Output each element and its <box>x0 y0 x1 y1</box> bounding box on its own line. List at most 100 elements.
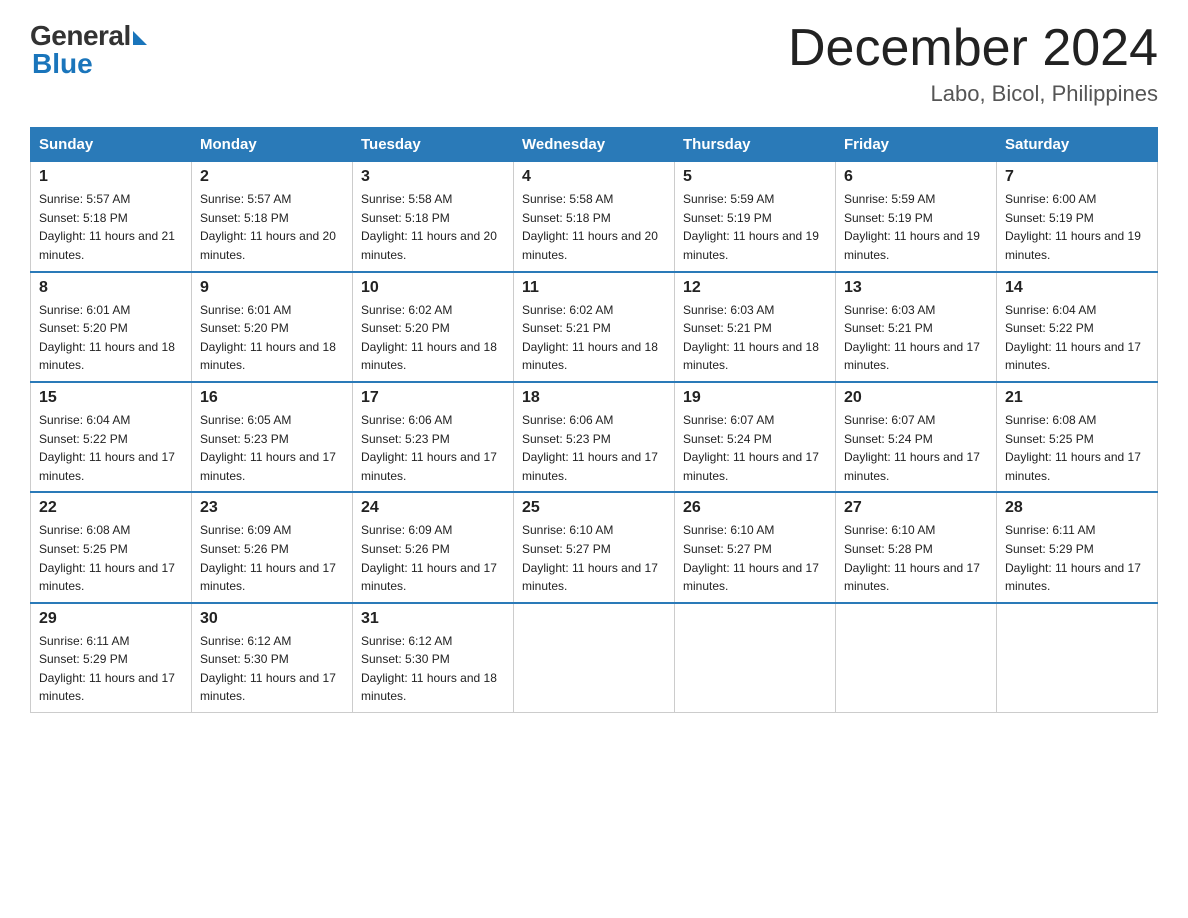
calendar-cell <box>997 603 1158 713</box>
month-title: December 2024 <box>788 20 1158 77</box>
calendar-cell <box>836 603 997 713</box>
calendar-table: SundayMondayTuesdayWednesdayThursdayFrid… <box>30 127 1158 713</box>
day-number: 24 <box>361 499 505 517</box>
calendar-cell: 7Sunrise: 6:00 AMSunset: 5:19 PMDaylight… <box>997 162 1158 272</box>
day-info: Sunrise: 6:04 AMSunset: 5:22 PMDaylight:… <box>39 411 183 485</box>
calendar-header-row: SundayMondayTuesdayWednesdayThursdayFrid… <box>31 128 1158 162</box>
calendar-cell: 6 Sunrise: 5:59 AMSunset: 5:19 PMDaylight… <box>836 162 997 272</box>
logo-arrow-icon <box>133 31 147 45</box>
calendar-cell: 16 Sunrise: 6:05 AMSunset: 5:23 PMDayligh… <box>192 382 353 492</box>
day-info: Sunrise: 5:58 AMSunset: 5:18 PMDaylight:… <box>522 190 666 264</box>
calendar-cell <box>675 603 836 713</box>
calendar-cell: 17 Sunrise: 6:06 AMSunset: 5:23 PMDayligh… <box>353 382 514 492</box>
calendar-cell: 5 Sunrise: 5:59 AMSunset: 5:19 PMDaylight… <box>675 162 836 272</box>
day-number: 23 <box>200 499 344 517</box>
day-info: Sunrise: 6:02 AMSunset: 5:21 PMDaylight:… <box>522 301 666 375</box>
day-number: 29 <box>39 610 183 628</box>
calendar-cell: 10 Sunrise: 6:02 AMSunset: 5:20 PMDayligh… <box>353 272 514 382</box>
day-info: Sunrise: 6:07 AMSunset: 5:24 PMDaylight:… <box>844 411 988 485</box>
day-info: Sunrise: 6:07 AMSunset: 5:24 PMDaylight:… <box>683 411 827 485</box>
day-info: Sunrise: 6:08 AMSunset: 5:25 PMDaylight:… <box>1005 411 1149 485</box>
calendar-cell: 30 Sunrise: 6:12 AMSunset: 5:30 PMDayligh… <box>192 603 353 713</box>
day-number: 27 <box>844 499 988 517</box>
day-info: Sunrise: 5:57 AMSunset: 5:18 PMDaylight:… <box>200 190 344 264</box>
day-info: Sunrise: 6:03 AMSunset: 5:21 PMDaylight:… <box>844 301 988 375</box>
calendar-cell: 14 Sunrise: 6:04 AMSunset: 5:22 PMDayligh… <box>997 272 1158 382</box>
day-info: Sunrise: 6:02 AMSunset: 5:20 PMDaylight:… <box>361 301 505 375</box>
calendar-cell: 18 Sunrise: 6:06 AMSunset: 5:23 PMDayligh… <box>514 382 675 492</box>
col-header-friday: Friday <box>836 128 997 162</box>
day-number: 20 <box>844 389 988 407</box>
day-number: 31 <box>361 610 505 628</box>
calendar-cell: 13 Sunrise: 6:03 AMSunset: 5:21 PMDayligh… <box>836 272 997 382</box>
col-header-tuesday: Tuesday <box>353 128 514 162</box>
day-number: 2 <box>200 168 344 186</box>
col-header-saturday: Saturday <box>997 128 1158 162</box>
day-number: 14 <box>1005 279 1149 297</box>
day-info: Sunrise: 5:57 AMSunset: 5:18 PMDaylight:… <box>39 190 183 264</box>
day-number: 19 <box>683 389 827 407</box>
day-info: Sunrise: 6:04 AMSunset: 5:22 PMDaylight:… <box>1005 301 1149 375</box>
day-info: Sunrise: 6:09 AMSunset: 5:26 PMDaylight:… <box>200 521 344 595</box>
calendar-cell: 24 Sunrise: 6:09 AMSunset: 5:26 PMDayligh… <box>353 492 514 602</box>
calendar-cell: 20 Sunrise: 6:07 AMSunset: 5:24 PMDayligh… <box>836 382 997 492</box>
day-number: 6 <box>844 168 988 186</box>
col-header-monday: Monday <box>192 128 353 162</box>
day-number: 3 <box>361 168 505 186</box>
calendar-cell: 2 Sunrise: 5:57 AMSunset: 5:18 PMDaylight… <box>192 162 353 272</box>
calendar-cell: 19 Sunrise: 6:07 AMSunset: 5:24 PMDayligh… <box>675 382 836 492</box>
day-info: Sunrise: 6:10 AMSunset: 5:27 PMDaylight:… <box>683 521 827 595</box>
page-header: General Blue December 2024 Labo, Bicol, … <box>30 20 1158 107</box>
col-header-sunday: Sunday <box>31 128 192 162</box>
day-number: 13 <box>844 279 988 297</box>
calendar-cell: 26 Sunrise: 6:10 AMSunset: 5:27 PMDayligh… <box>675 492 836 602</box>
day-number: 17 <box>361 389 505 407</box>
day-number: 16 <box>200 389 344 407</box>
calendar-cell: 4 Sunrise: 5:58 AMSunset: 5:18 PMDaylight… <box>514 162 675 272</box>
calendar-cell: 11 Sunrise: 6:02 AMSunset: 5:21 PMDayligh… <box>514 272 675 382</box>
day-number: 18 <box>522 389 666 407</box>
calendar-week-row: 1 Sunrise: 5:57 AMSunset: 5:18 PMDaylight… <box>31 162 1158 272</box>
day-number: 26 <box>683 499 827 517</box>
day-info: Sunrise: 6:03 AMSunset: 5:21 PMDaylight:… <box>683 301 827 375</box>
calendar-week-row: 8 Sunrise: 6:01 AMSunset: 5:20 PMDaylight… <box>31 272 1158 382</box>
calendar-cell: 8 Sunrise: 6:01 AMSunset: 5:20 PMDaylight… <box>31 272 192 382</box>
calendar-cell: 23 Sunrise: 6:09 AMSunset: 5:26 PMDayligh… <box>192 492 353 602</box>
day-number: 22 <box>39 499 183 517</box>
day-number: 9 <box>200 279 344 297</box>
title-block: December 2024 Labo, Bicol, Philippines <box>788 20 1158 107</box>
day-number: 1 <box>39 168 183 186</box>
day-info: Sunrise: 5:59 AMSunset: 5:19 PMDaylight:… <box>683 190 827 264</box>
day-number: 10 <box>361 279 505 297</box>
calendar-week-row: 22 Sunrise: 6:08 AMSunset: 5:25 PMDayligh… <box>31 492 1158 602</box>
day-info: Sunrise: 6:09 AMSunset: 5:26 PMDaylight:… <box>361 521 505 595</box>
calendar-cell: 22 Sunrise: 6:08 AMSunset: 5:25 PMDayligh… <box>31 492 192 602</box>
calendar-cell: 28Sunrise: 6:11 AMSunset: 5:29 PMDayligh… <box>997 492 1158 602</box>
day-number: 4 <box>522 168 666 186</box>
calendar-cell: 29Sunrise: 6:11 AMSunset: 5:29 PMDayligh… <box>31 603 192 713</box>
calendar-cell: 31Sunrise: 6:12 AMSunset: 5:30 PMDayligh… <box>353 603 514 713</box>
day-number: 5 <box>683 168 827 186</box>
calendar-cell: 15 Sunrise: 6:04 AMSunset: 5:22 PMDayligh… <box>31 382 192 492</box>
calendar-week-row: 15 Sunrise: 6:04 AMSunset: 5:22 PMDayligh… <box>31 382 1158 492</box>
calendar-cell: 9Sunrise: 6:01 AMSunset: 5:20 PMDaylight… <box>192 272 353 382</box>
day-info: Sunrise: 6:08 AMSunset: 5:25 PMDaylight:… <box>39 521 183 595</box>
day-info: Sunrise: 6:06 AMSunset: 5:23 PMDaylight:… <box>522 411 666 485</box>
day-number: 25 <box>522 499 666 517</box>
day-number: 30 <box>200 610 344 628</box>
day-info: Sunrise: 6:06 AMSunset: 5:23 PMDaylight:… <box>361 411 505 485</box>
day-info: Sunrise: 6:10 AMSunset: 5:28 PMDaylight:… <box>844 521 988 595</box>
day-info: Sunrise: 6:11 AMSunset: 5:29 PMDaylight:… <box>1005 521 1149 595</box>
calendar-cell: 3Sunrise: 5:58 AMSunset: 5:18 PMDaylight… <box>353 162 514 272</box>
logo: General Blue <box>30 20 147 80</box>
calendar-cell: 12Sunrise: 6:03 AMSunset: 5:21 PMDayligh… <box>675 272 836 382</box>
day-number: 8 <box>39 279 183 297</box>
day-info: Sunrise: 6:12 AMSunset: 5:30 PMDaylight:… <box>200 632 344 706</box>
calendar-cell: 27 Sunrise: 6:10 AMSunset: 5:28 PMDayligh… <box>836 492 997 602</box>
day-info: Sunrise: 5:59 AMSunset: 5:19 PMDaylight:… <box>844 190 988 264</box>
logo-blue-text: Blue <box>32 48 93 80</box>
day-info: Sunrise: 6:05 AMSunset: 5:23 PMDaylight:… <box>200 411 344 485</box>
day-number: 15 <box>39 389 183 407</box>
day-info: Sunrise: 6:01 AMSunset: 5:20 PMDaylight:… <box>39 301 183 375</box>
day-number: 11 <box>522 279 666 297</box>
